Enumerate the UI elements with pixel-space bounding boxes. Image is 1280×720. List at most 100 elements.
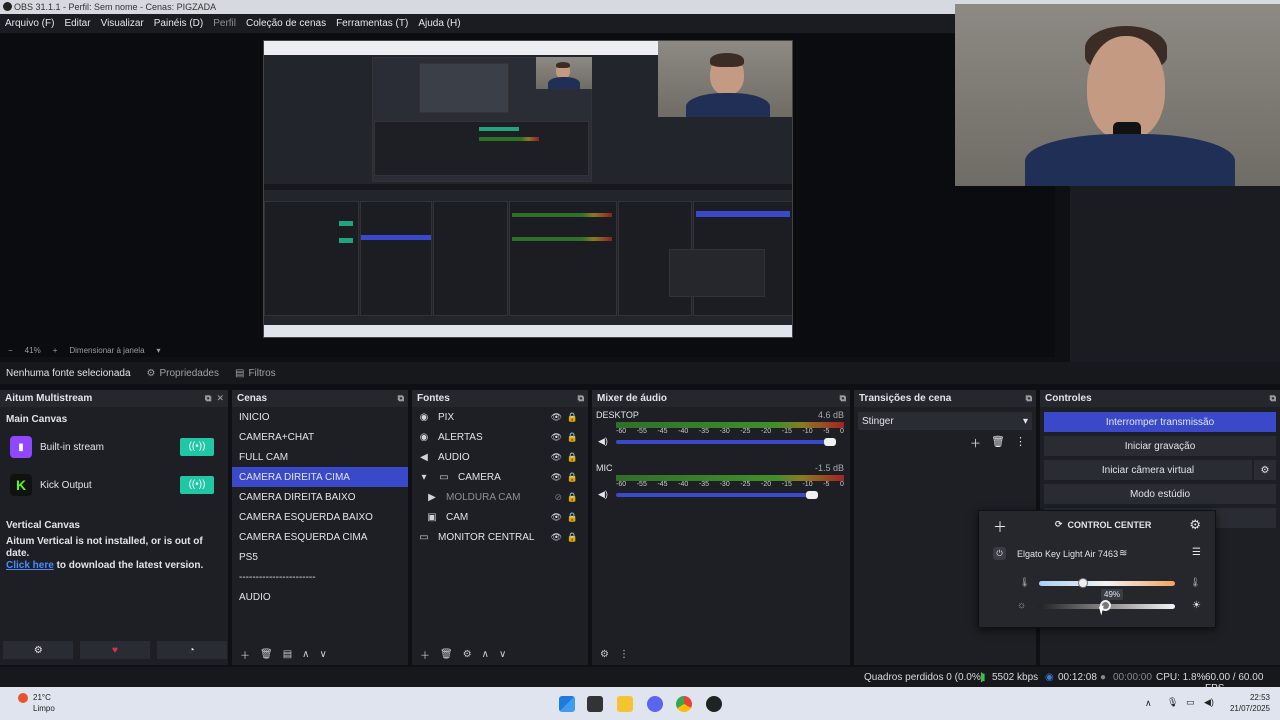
undock-icon[interactable]: ⧉ [1026, 393, 1032, 404]
undock-icon[interactable]: ⧉ [398, 393, 404, 404]
resize-to-window[interactable]: Dimensionar à janela [69, 346, 144, 355]
menu-perfil[interactable]: Perfil [213, 18, 236, 29]
discord-button[interactable]: ◔ [156, 641, 227, 659]
scene-item[interactable]: PS5 [232, 547, 408, 567]
source-item[interactable]: ▶ MOLDURA CAM ⊘ 🔒 [418, 487, 588, 507]
file-explorer-icon[interactable] [617, 696, 633, 712]
stop-stream-button[interactable]: Interromper transmissão [1044, 412, 1276, 432]
source-item[interactable]: ▣ CAM 👁 🔒 [418, 507, 588, 527]
start-recording-button[interactable]: Iniciar gravação [1044, 436, 1276, 456]
studio-mode-button[interactable]: Modo estúdio [1044, 484, 1276, 504]
zoom-out-icon[interactable]: − [8, 346, 13, 355]
windows-start-icon[interactable] [559, 696, 575, 712]
chevron-down-icon[interactable]: ▾ [418, 472, 430, 483]
start-virtual-camera-button[interactable]: Iniciar câmera virtual [1044, 460, 1252, 480]
scene-item[interactable]: INICIO [232, 407, 408, 427]
eye-icon[interactable]: 👁 [551, 512, 562, 523]
lock-icon[interactable]: 🔒 [567, 472, 578, 483]
stream-toggle-button[interactable]: ((•)) [180, 438, 214, 456]
source-item[interactable]: ◉ ALERTAS 👁 🔒 [418, 427, 588, 447]
undock-icon[interactable]: ⧉ [578, 393, 584, 404]
trash-icon[interactable]: 🗑 [260, 649, 273, 660]
undock-icon[interactable]: ⧉ [1270, 393, 1276, 404]
gear-icon[interactable]: ⚙ [463, 649, 472, 660]
source-group[interactable]: ▾ ▭ CAMERA 👁 🔒 [418, 467, 588, 487]
up-icon[interactable]: ∧ [302, 649, 309, 660]
close-icon[interactable]: ✕ [216, 393, 224, 403]
scene-item[interactable]: AUDIO [232, 587, 408, 607]
eye-icon[interactable]: 👁 [551, 412, 562, 423]
zoom-in-icon[interactable]: + [53, 346, 58, 355]
undock-icon[interactable]: ⧉ [205, 393, 211, 403]
virtual-camera-settings-button[interactable]: ⚙ [1254, 460, 1276, 480]
trash-icon[interactable]: 🗑 [991, 435, 1005, 451]
eye-icon[interactable]: 👁 [551, 432, 562, 443]
add-icon[interactable]: ＋ [993, 517, 1007, 537]
chrome-icon[interactable] [676, 696, 692, 712]
obs-icon[interactable] [706, 696, 722, 712]
properties-button[interactable]: ⚙ Propriedades [147, 368, 219, 379]
lock-icon[interactable]: 🔒 [567, 492, 578, 503]
menu-paineis[interactable]: Painéis (D) [154, 18, 203, 29]
chevron-down-icon[interactable]: ▾ [157, 346, 161, 355]
power-icon[interactable]: ⏻ [993, 547, 1006, 560]
scene-item[interactable]: ----------------------- [232, 567, 408, 587]
filter-icon[interactable]: ▤ [283, 649, 292, 660]
volume-knob[interactable] [806, 491, 818, 499]
lock-icon[interactable]: 🔒 [567, 512, 578, 523]
temperature-slider[interactable] [1039, 581, 1175, 586]
speaker-icon[interactable]: ◀) [598, 489, 608, 500]
source-item[interactable]: ▭ MONITOR CENTRAL 👁 🔒 [418, 527, 588, 547]
filters-button[interactable]: ▤ Filtros [235, 368, 276, 379]
eye-icon[interactable]: 👁 [551, 452, 562, 463]
temperature-knob[interactable] [1078, 578, 1088, 588]
lock-icon[interactable]: 🔒 [567, 532, 578, 543]
menu-arquivo[interactable]: Arquivo (F) [5, 18, 54, 29]
scene-item[interactable]: CAMERA ESQUERDA CIMA [232, 527, 408, 547]
scene-item[interactable]: CAMERA DIREITA BAIXO [232, 487, 408, 507]
donate-button[interactable]: ♥ [79, 641, 150, 659]
add-icon[interactable]: ＋ [970, 435, 981, 451]
click-here-link[interactable]: Click here [6, 560, 54, 571]
undock-icon[interactable]: ⧉ [840, 393, 846, 404]
gear-icon[interactable]: ⚙ [1189, 517, 1201, 533]
mic-icon[interactable]: 🎙 [1167, 697, 1178, 708]
eye-icon[interactable]: 👁 [551, 472, 562, 483]
scene-item[interactable]: CAMERA ESQUERDA BAIXO [232, 507, 408, 527]
menu-visualizar[interactable]: Visualizar [101, 18, 144, 29]
up-icon[interactable]: ∧ [482, 649, 489, 660]
down-icon[interactable]: ∨ [499, 649, 506, 660]
task-view-icon[interactable] [587, 696, 603, 712]
source-item[interactable]: ◉ PIX 👁 🔒 [418, 407, 588, 427]
more-icon[interactable]: ⋮ [619, 649, 629, 660]
lock-icon[interactable]: 🔒 [567, 452, 578, 463]
transition-select[interactable]: Stinger ▾ [858, 412, 1032, 430]
volume-slider[interactable]: ◀) [596, 436, 844, 447]
more-icon[interactable]: ⋮ [1015, 435, 1026, 451]
trash-icon[interactable]: 🗑 [440, 649, 453, 660]
scene-item[interactable]: FULL CAM [232, 447, 408, 467]
eye-icon[interactable]: 👁 [551, 532, 562, 543]
chevron-up-icon[interactable]: ∧ [1145, 698, 1152, 709]
settings-button[interactable]: ⚙ [3, 641, 74, 659]
discord-icon[interactable] [647, 696, 663, 712]
menu-colecao-cenas[interactable]: Coleção de cenas [246, 18, 326, 29]
stream-toggle-button[interactable]: ((•)) [180, 476, 214, 494]
lock-icon[interactable]: 🔒 [567, 412, 578, 423]
volume-icon[interactable]: ◀) [1204, 697, 1214, 708]
eye-hidden-icon[interactable]: ⊘ [554, 492, 562, 503]
down-icon[interactable]: ∨ [319, 649, 326, 660]
menu-ferramentas[interactable]: Ferramentas (T) [336, 18, 408, 29]
volume-slider[interactable]: ◀) [596, 489, 844, 500]
menu-ajuda[interactable]: Ajuda (H) [418, 18, 460, 29]
source-item[interactable]: ◀ AUDIO 👁 🔒 [418, 447, 588, 467]
program-preview[interactable] [263, 40, 793, 338]
scene-item-selected[interactable]: CAMERA DIREITA CIMA [232, 467, 408, 487]
add-icon[interactable]: ＋ [240, 647, 250, 662]
weather-icon[interactable] [18, 693, 28, 703]
lock-icon[interactable]: 🔒 [567, 432, 578, 443]
volume-knob[interactable] [824, 438, 836, 446]
network-icon[interactable]: ▭ [1186, 697, 1195, 708]
add-icon[interactable]: ＋ [420, 647, 430, 662]
gear-icon[interactable]: ⚙ [600, 649, 609, 660]
